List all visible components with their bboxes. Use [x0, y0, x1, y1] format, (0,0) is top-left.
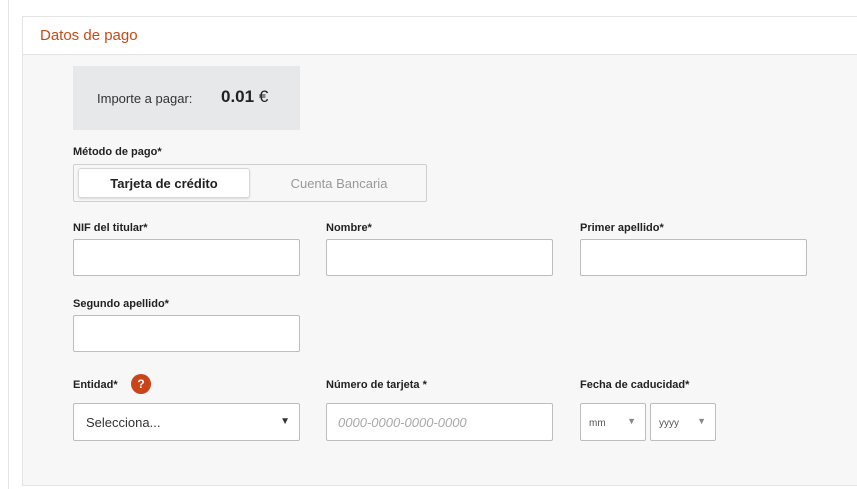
- amount-value: 0.01 €: [221, 87, 268, 107]
- caret-down-icon: ▼: [627, 416, 636, 426]
- expiry-year-select[interactable]: yyyy ▼: [650, 403, 716, 441]
- segundo-apellido-input[interactable]: [73, 315, 300, 352]
- primer-apellido-label: Primer apellido*: [580, 222, 664, 234]
- entidad-selected-value: Selecciona...: [86, 415, 161, 430]
- caret-down-icon: ▼: [280, 416, 290, 427]
- expiry-year-value: yyyy: [659, 418, 679, 429]
- tab-bank-account[interactable]: Cuenta Bancaria: [254, 168, 424, 198]
- nif-input[interactable]: [73, 239, 300, 276]
- nombre-input[interactable]: [326, 239, 553, 276]
- nombre-label: Nombre*: [326, 222, 372, 234]
- tab-credit-card[interactable]: Tarjeta de crédito: [78, 168, 250, 198]
- amount-box: Importe a pagar: 0.01 €: [73, 66, 300, 130]
- amount-currency: €: [258, 87, 269, 106]
- expiry-month-select[interactable]: mm ▼: [580, 403, 646, 441]
- caret-down-icon: ▼: [697, 416, 706, 426]
- section-title: Datos de pago: [40, 27, 138, 44]
- payment-method-label: Método de pago*: [73, 146, 162, 158]
- expiry-month-value: mm: [589, 418, 606, 429]
- entidad-label: Entidad*: [73, 379, 118, 391]
- amount-number: 0.01: [221, 87, 255, 106]
- segundo-apellido-label: Segundo apellido*: [73, 298, 169, 310]
- help-icon[interactable]: ?: [131, 374, 151, 394]
- payment-method-toggle: Tarjeta de crédito Cuenta Bancaria: [73, 164, 427, 202]
- primer-apellido-input[interactable]: [580, 239, 807, 276]
- panel-header: Datos de pago: [23, 17, 857, 55]
- nif-label: NIF del titular*: [73, 222, 148, 234]
- page-left-border: [0, 0, 9, 489]
- card-number-placeholder: 0000-0000-0000-0000: [338, 415, 467, 430]
- card-number-input[interactable]: 0000-0000-0000-0000: [326, 403, 553, 441]
- expiry-label: Fecha de caducidad*: [580, 379, 690, 391]
- card-number-label: Número de tarjeta *: [326, 379, 427, 391]
- amount-label: Importe a pagar:: [97, 91, 193, 106]
- entidad-select[interactable]: Selecciona... ▼: [73, 403, 300, 441]
